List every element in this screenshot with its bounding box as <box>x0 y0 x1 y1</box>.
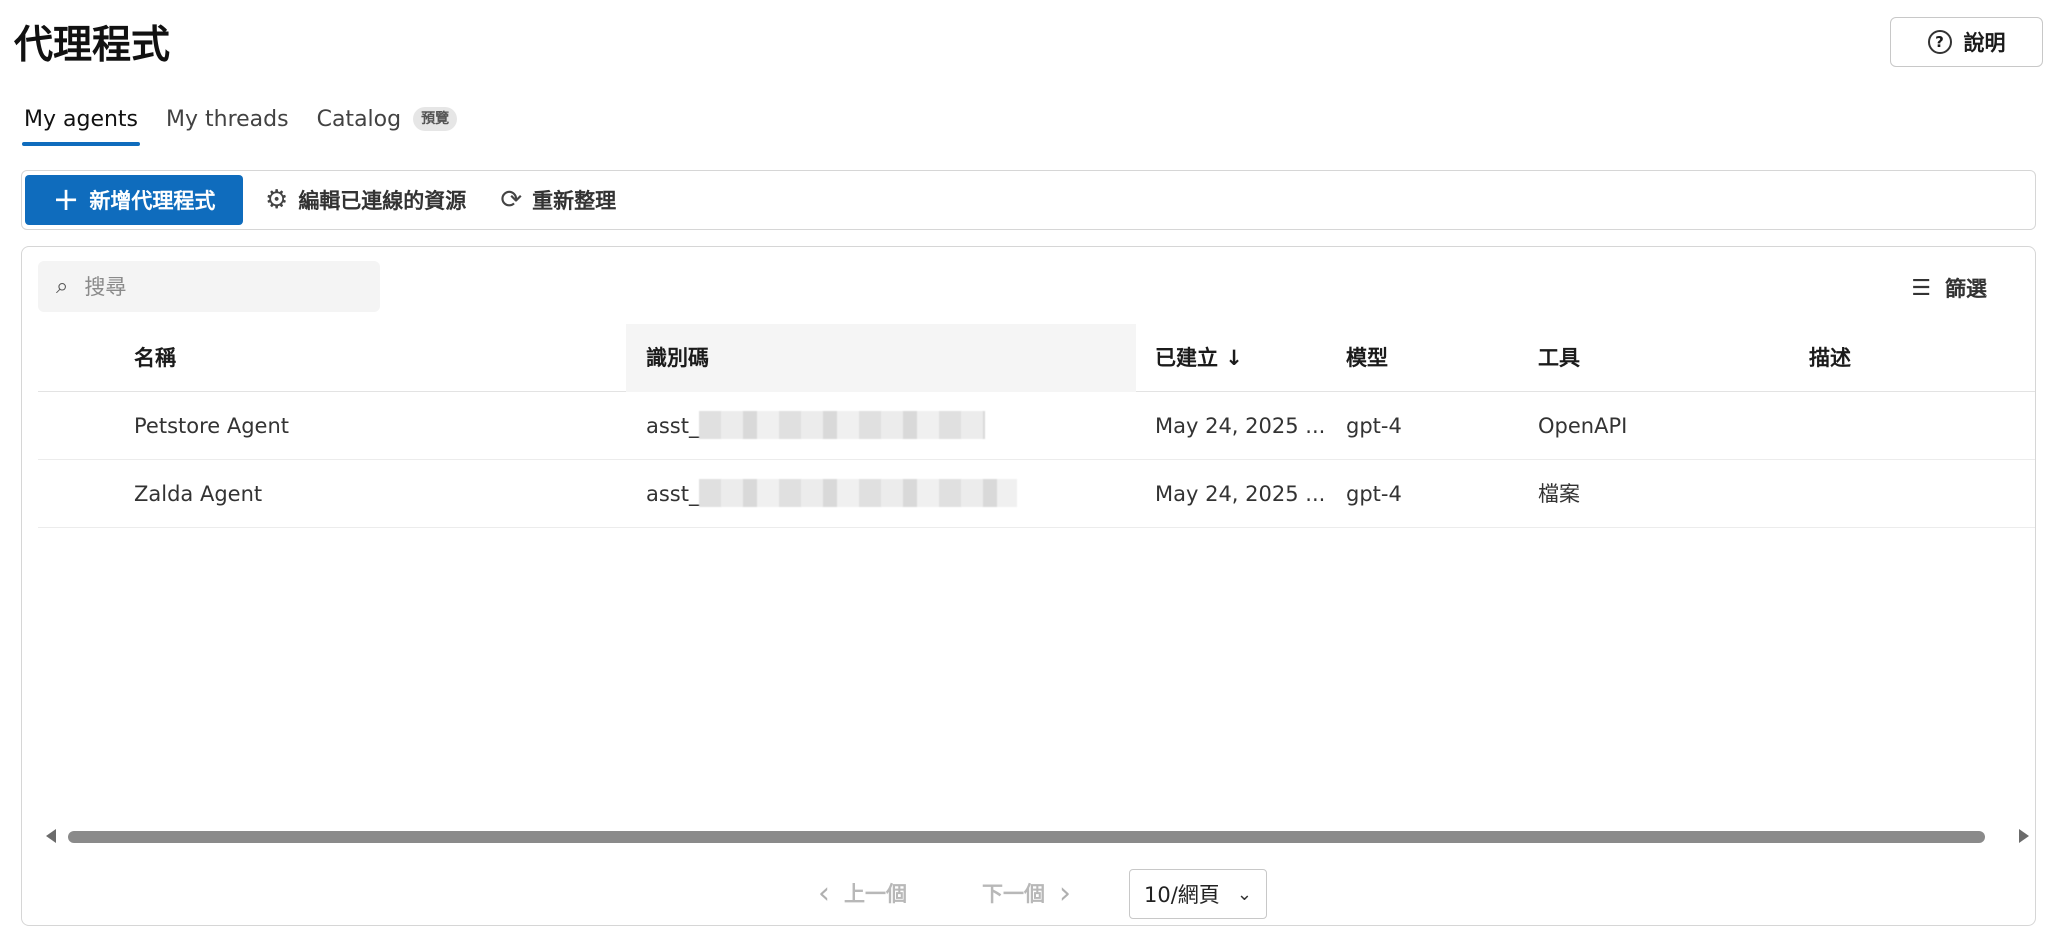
table-header: 名稱 識別碼 已建立 ↓ 模型 工具 描述 <box>38 324 2035 392</box>
tab-label: My agents <box>24 107 139 132</box>
agent-tools: OpenAPI <box>1538 414 1628 438</box>
help-icon: ? <box>1927 30 1952 54</box>
tab-catalog[interactable]: Catalog 預覽 <box>317 102 458 146</box>
scroll-right-arrow-icon[interactable] <box>2019 829 2029 843</box>
agent-id-prefix: asst_ <box>646 414 700 438</box>
previous-label: 上一個 <box>844 882 907 906</box>
edit-resources-label: 編輯已連線的資源 <box>298 189 467 213</box>
redacted-id <box>699 411 986 439</box>
help-button[interactable]: ? 說明 <box>1890 17 2043 67</box>
column-header-name[interactable]: 名稱 <box>134 324 176 392</box>
agent-name[interactable]: Zalda Agent <box>134 460 262 528</box>
column-header-description[interactable]: 描述 <box>1809 324 1851 392</box>
table-row[interactable]: Petstore Agent asst_ May 24, 2025 ... gp… <box>38 392 2035 460</box>
search-icon: ⌕ <box>56 274 69 299</box>
toolbar: + 新增代理程式 ⚙ 編輯已連線的資源 ⟳ 重新整理 <box>21 170 2036 230</box>
plus-icon: + <box>52 179 80 218</box>
agent-created: May 24, 2025 ... <box>1155 482 1326 506</box>
preview-badge: 預覽 <box>413 107 458 131</box>
tab-bar: My agents My threads Catalog 預覽 <box>21 102 485 146</box>
scrollbar-thumb[interactable] <box>68 831 1985 843</box>
page-size-dropdown[interactable]: 10/網頁 ⌄ <box>1129 869 1267 919</box>
page-size-value: 10/網頁 <box>1144 883 1220 907</box>
filter-button[interactable]: ☰ 篩選 <box>1911 273 1987 303</box>
agent-model: gpt-4 <box>1346 482 1402 506</box>
table-row[interactable]: Zalda Agent asst_ May 24, 2025 ... gpt-4… <box>38 460 2035 528</box>
redacted-id <box>699 479 1018 507</box>
column-header-created[interactable]: 已建立 ↓ <box>1155 324 1243 392</box>
tab-my-threads[interactable]: My threads <box>166 102 289 146</box>
new-agent-label: 新增代理程式 <box>89 189 216 213</box>
next-label: 下一個 <box>982 882 1045 906</box>
previous-page-button[interactable]: ‹ 上一個 <box>818 867 907 919</box>
help-label: 說明 <box>1963 31 2006 55</box>
agent-tools: 檔案 <box>1538 482 1580 506</box>
agent-id: asst_ <box>646 392 986 460</box>
refresh-button[interactable]: ⟳ 重新整理 <box>500 185 616 215</box>
search-box[interactable]: ⌕ <box>38 261 380 312</box>
refresh-icon: ⟳ <box>500 185 523 215</box>
tab-my-agents[interactable]: My agents <box>21 102 141 146</box>
horizontal-scrollbar[interactable] <box>40 827 2035 847</box>
chevron-down-icon: ⌄ <box>1236 883 1252 905</box>
agent-id: asst_ <box>646 460 1018 528</box>
gear-icon: ⚙ <box>265 185 289 215</box>
tab-label: My threads <box>166 107 289 132</box>
agent-name[interactable]: Petstore Agent <box>134 392 289 460</box>
page-title: 代理程式 <box>14 23 171 68</box>
search-input[interactable] <box>84 274 325 299</box>
next-page-button[interactable]: 下一個 › <box>982 867 1071 919</box>
column-header-tools[interactable]: 工具 <box>1538 324 1580 392</box>
column-header-id[interactable]: 識別碼 <box>626 324 1136 392</box>
agents-table: 名稱 識別碼 已建立 ↓ 模型 工具 描述 Petstore Agent ass… <box>38 324 2035 528</box>
agents-panel: ⌕ ☰ 篩選 名稱 識別碼 已建立 ↓ 模型 工具 描述 Petstore Ag… <box>21 246 2036 926</box>
filter-icon: ☰ <box>1911 275 1931 301</box>
chevron-left-icon: ‹ <box>818 875 830 911</box>
edit-connected-resources-button[interactable]: ⚙ 編輯已連線的資源 <box>265 185 466 215</box>
filter-label: 篩選 <box>1945 277 1987 301</box>
chevron-right-icon: › <box>1059 875 1071 911</box>
agent-id-prefix: asst_ <box>646 482 700 506</box>
column-header-model[interactable]: 模型 <box>1346 324 1388 392</box>
tab-label: Catalog <box>316 107 402 132</box>
new-agent-button[interactable]: + 新增代理程式 <box>25 175 243 225</box>
agent-model: gpt-4 <box>1346 414 1402 438</box>
refresh-label: 重新整理 <box>532 189 617 213</box>
pagination: ‹ 上一個 下一個 › 10/網頁 ⌄ <box>22 867 2035 919</box>
scroll-left-arrow-icon[interactable] <box>46 829 56 843</box>
agent-created: May 24, 2025 ... <box>1155 414 1326 438</box>
